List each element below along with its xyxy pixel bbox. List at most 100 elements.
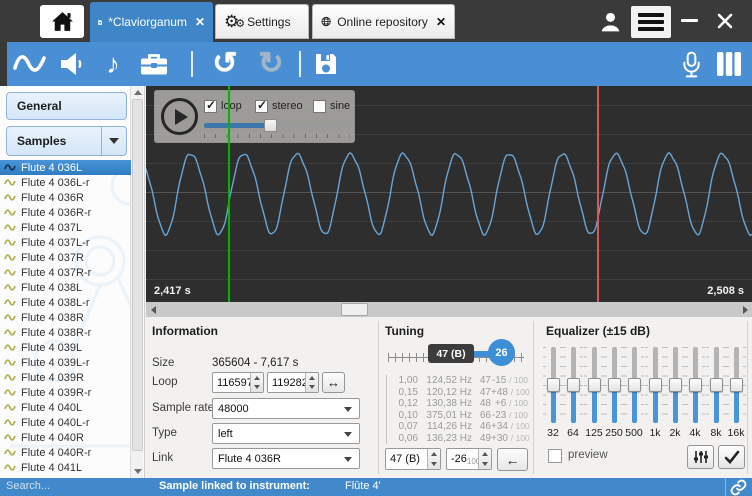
sample-row[interactable]: Flute 4 036L-r <box>0 175 131 190</box>
spin-up-icon[interactable] <box>306 373 318 383</box>
type-dropdown[interactable]: left <box>212 423 360 444</box>
sample-row[interactable]: Flute 4 036L <box>0 160 131 175</box>
eq-slider-handle[interactable] <box>588 378 601 392</box>
scroll-up-icon[interactable] <box>134 90 142 95</box>
sample-row[interactable]: Flute 4 038R-r <box>0 325 131 340</box>
waveform-tool-button[interactable] <box>10 42 50 86</box>
spin-up-icon[interactable] <box>428 449 440 459</box>
main-menu-button[interactable] <box>631 6 671 38</box>
samples-section-button[interactable]: Samples <box>6 126 127 156</box>
scroll-right-icon[interactable] <box>738 302 752 317</box>
sample-row[interactable]: Flute 4 041L <box>0 460 131 475</box>
preview-checkbox[interactable] <box>548 449 562 463</box>
loop-checkbox[interactable] <box>204 100 217 113</box>
swap-loop-points-button[interactable]: ↔ <box>322 372 345 393</box>
eq-slider-handle[interactable] <box>689 378 702 392</box>
tab-online-repository[interactable]: Online repository ✕ <box>312 4 455 39</box>
toolbox-button[interactable] <box>135 42 173 86</box>
user-icon[interactable] <box>598 9 623 34</box>
apply-tuning-button[interactable]: ← <box>497 448 528 471</box>
loop-label: Loop <box>152 376 178 388</box>
scroll-down-icon[interactable] <box>134 469 142 474</box>
eq-slider-handle[interactable] <box>608 378 621 392</box>
loop-start-spinbox[interactable]: 116597 <box>212 372 264 393</box>
stereo-checkbox[interactable] <box>255 100 268 113</box>
eq-slider-handle[interactable] <box>669 378 682 392</box>
sample-row[interactable]: Flute 4 038R <box>0 310 131 325</box>
eq-slider-handle[interactable] <box>628 378 641 392</box>
play-button[interactable] <box>161 98 198 135</box>
harmonic-row: 0,12130,38 Hz48+6 / 100 <box>390 398 528 410</box>
loop-start-marker[interactable] <box>228 86 230 302</box>
scrollbar-thumb[interactable] <box>341 303 368 316</box>
faders-icon <box>693 450 709 464</box>
sine-checkbox[interactable] <box>313 100 326 113</box>
spin-up-icon[interactable] <box>251 373 263 383</box>
eq-slider-handle[interactable] <box>547 378 560 392</box>
samples-scrollbar[interactable] <box>130 86 143 478</box>
sample-row[interactable]: Flute 4 039R-r <box>0 385 131 400</box>
sample-row[interactable]: Flute 4 041L-r <box>0 475 131 478</box>
link-dropdown[interactable]: Flute 4 036R <box>212 448 360 469</box>
redo-button[interactable]: ↻ <box>249 42 293 86</box>
eq-slider-handle[interactable] <box>730 378 743 392</box>
spin-down-icon[interactable] <box>306 383 318 393</box>
eq-slider-handle[interactable] <box>649 378 662 392</box>
equalizer-settings-button[interactable] <box>687 445 714 469</box>
sample-row[interactable]: Flute 4 037R-r <box>0 265 131 280</box>
spin-down-icon[interactable] <box>251 383 263 393</box>
eq-slider-handle[interactable] <box>567 378 580 392</box>
spin-up-icon[interactable] <box>479 449 491 459</box>
speaker-button[interactable] <box>55 42 89 86</box>
undo-button[interactable]: ↺ <box>203 42 247 86</box>
spin-down-icon[interactable] <box>428 459 440 469</box>
volume-handle[interactable] <box>264 119 277 132</box>
scrollbar-thumb[interactable] <box>132 99 143 451</box>
microphone-button[interactable] <box>675 42 707 86</box>
link-icon[interactable] <box>730 479 747 496</box>
sample-row[interactable]: Flute 4 039R <box>0 370 131 385</box>
sample-row[interactable]: Flute 4 039L <box>0 340 131 355</box>
sample-row[interactable]: Flute 4 039L-r <box>0 355 131 370</box>
minimize-button[interactable] <box>681 19 698 22</box>
spin-down-icon[interactable] <box>479 459 491 469</box>
sample-row[interactable]: Flute 4 038L <box>0 280 131 295</box>
sample-row[interactable]: Flute 4 040L-r <box>0 415 131 430</box>
tuning-note-spinbox[interactable]: 47 (B) <box>385 448 441 470</box>
tab-close-icon[interactable]: ✕ <box>195 15 205 29</box>
sample-row[interactable]: Flute 4 037L-r <box>0 235 131 250</box>
waveform-scrollbar[interactable] <box>146 302 752 317</box>
sample-row[interactable]: Flute 4 037L <box>0 220 131 235</box>
tuning-cents-handle[interactable]: 26 <box>488 339 515 366</box>
sample-row[interactable]: Flute 4 038L-r <box>0 295 131 310</box>
volume-slider[interactable] <box>204 123 350 128</box>
samples-dropdown-arrow[interactable] <box>101 127 126 155</box>
loop-end-spinbox[interactable]: 119282 <box>267 372 319 393</box>
keyboard-button[interactable] <box>711 42 747 86</box>
sample-row[interactable]: Flute 4 040L <box>0 400 131 415</box>
tab-close-icon[interactable]: ✕ <box>436 15 446 29</box>
sample-rate-dropdown[interactable]: 48000 <box>212 398 360 419</box>
sample-row[interactable]: Flute 4 036R-r <box>0 205 131 220</box>
tab-claviorganum[interactable]: *Claviorganum ✕ <box>90 2 213 42</box>
search-input[interactable]: Search... <box>6 480 50 492</box>
wave-icon <box>4 223 16 232</box>
music-note-button[interactable]: ♪ <box>97 42 129 86</box>
save-button[interactable] <box>307 42 345 86</box>
hamburger-icon <box>638 13 664 17</box>
sample-row[interactable]: Flute 4 036R <box>0 190 131 205</box>
eq-slider-handle[interactable] <box>710 378 723 392</box>
apply-equalizer-button[interactable] <box>718 445 745 469</box>
loop-end-marker[interactable] <box>597 86 599 302</box>
sample-row[interactable]: Flute 4 040R-r <box>0 445 131 460</box>
scroll-left-icon[interactable] <box>146 302 160 317</box>
home-button[interactable] <box>40 5 84 38</box>
sample-row[interactable]: Flute 4 040R <box>0 430 131 445</box>
tab-settings[interactable]: ⚙⚙ Settings <box>215 4 309 39</box>
waveform-panel[interactable]: loop stereo sine 2,417 s 2,508 s <box>146 86 752 302</box>
window-close-button[interactable] <box>716 12 734 30</box>
general-section-button[interactable]: General <box>6 92 127 120</box>
tuning-cents-spinbox[interactable]: -26 100 <box>446 448 492 470</box>
sample-row[interactable]: Flute 4 037R <box>0 250 131 265</box>
sample-label: Flute 4 036R <box>21 192 84 204</box>
